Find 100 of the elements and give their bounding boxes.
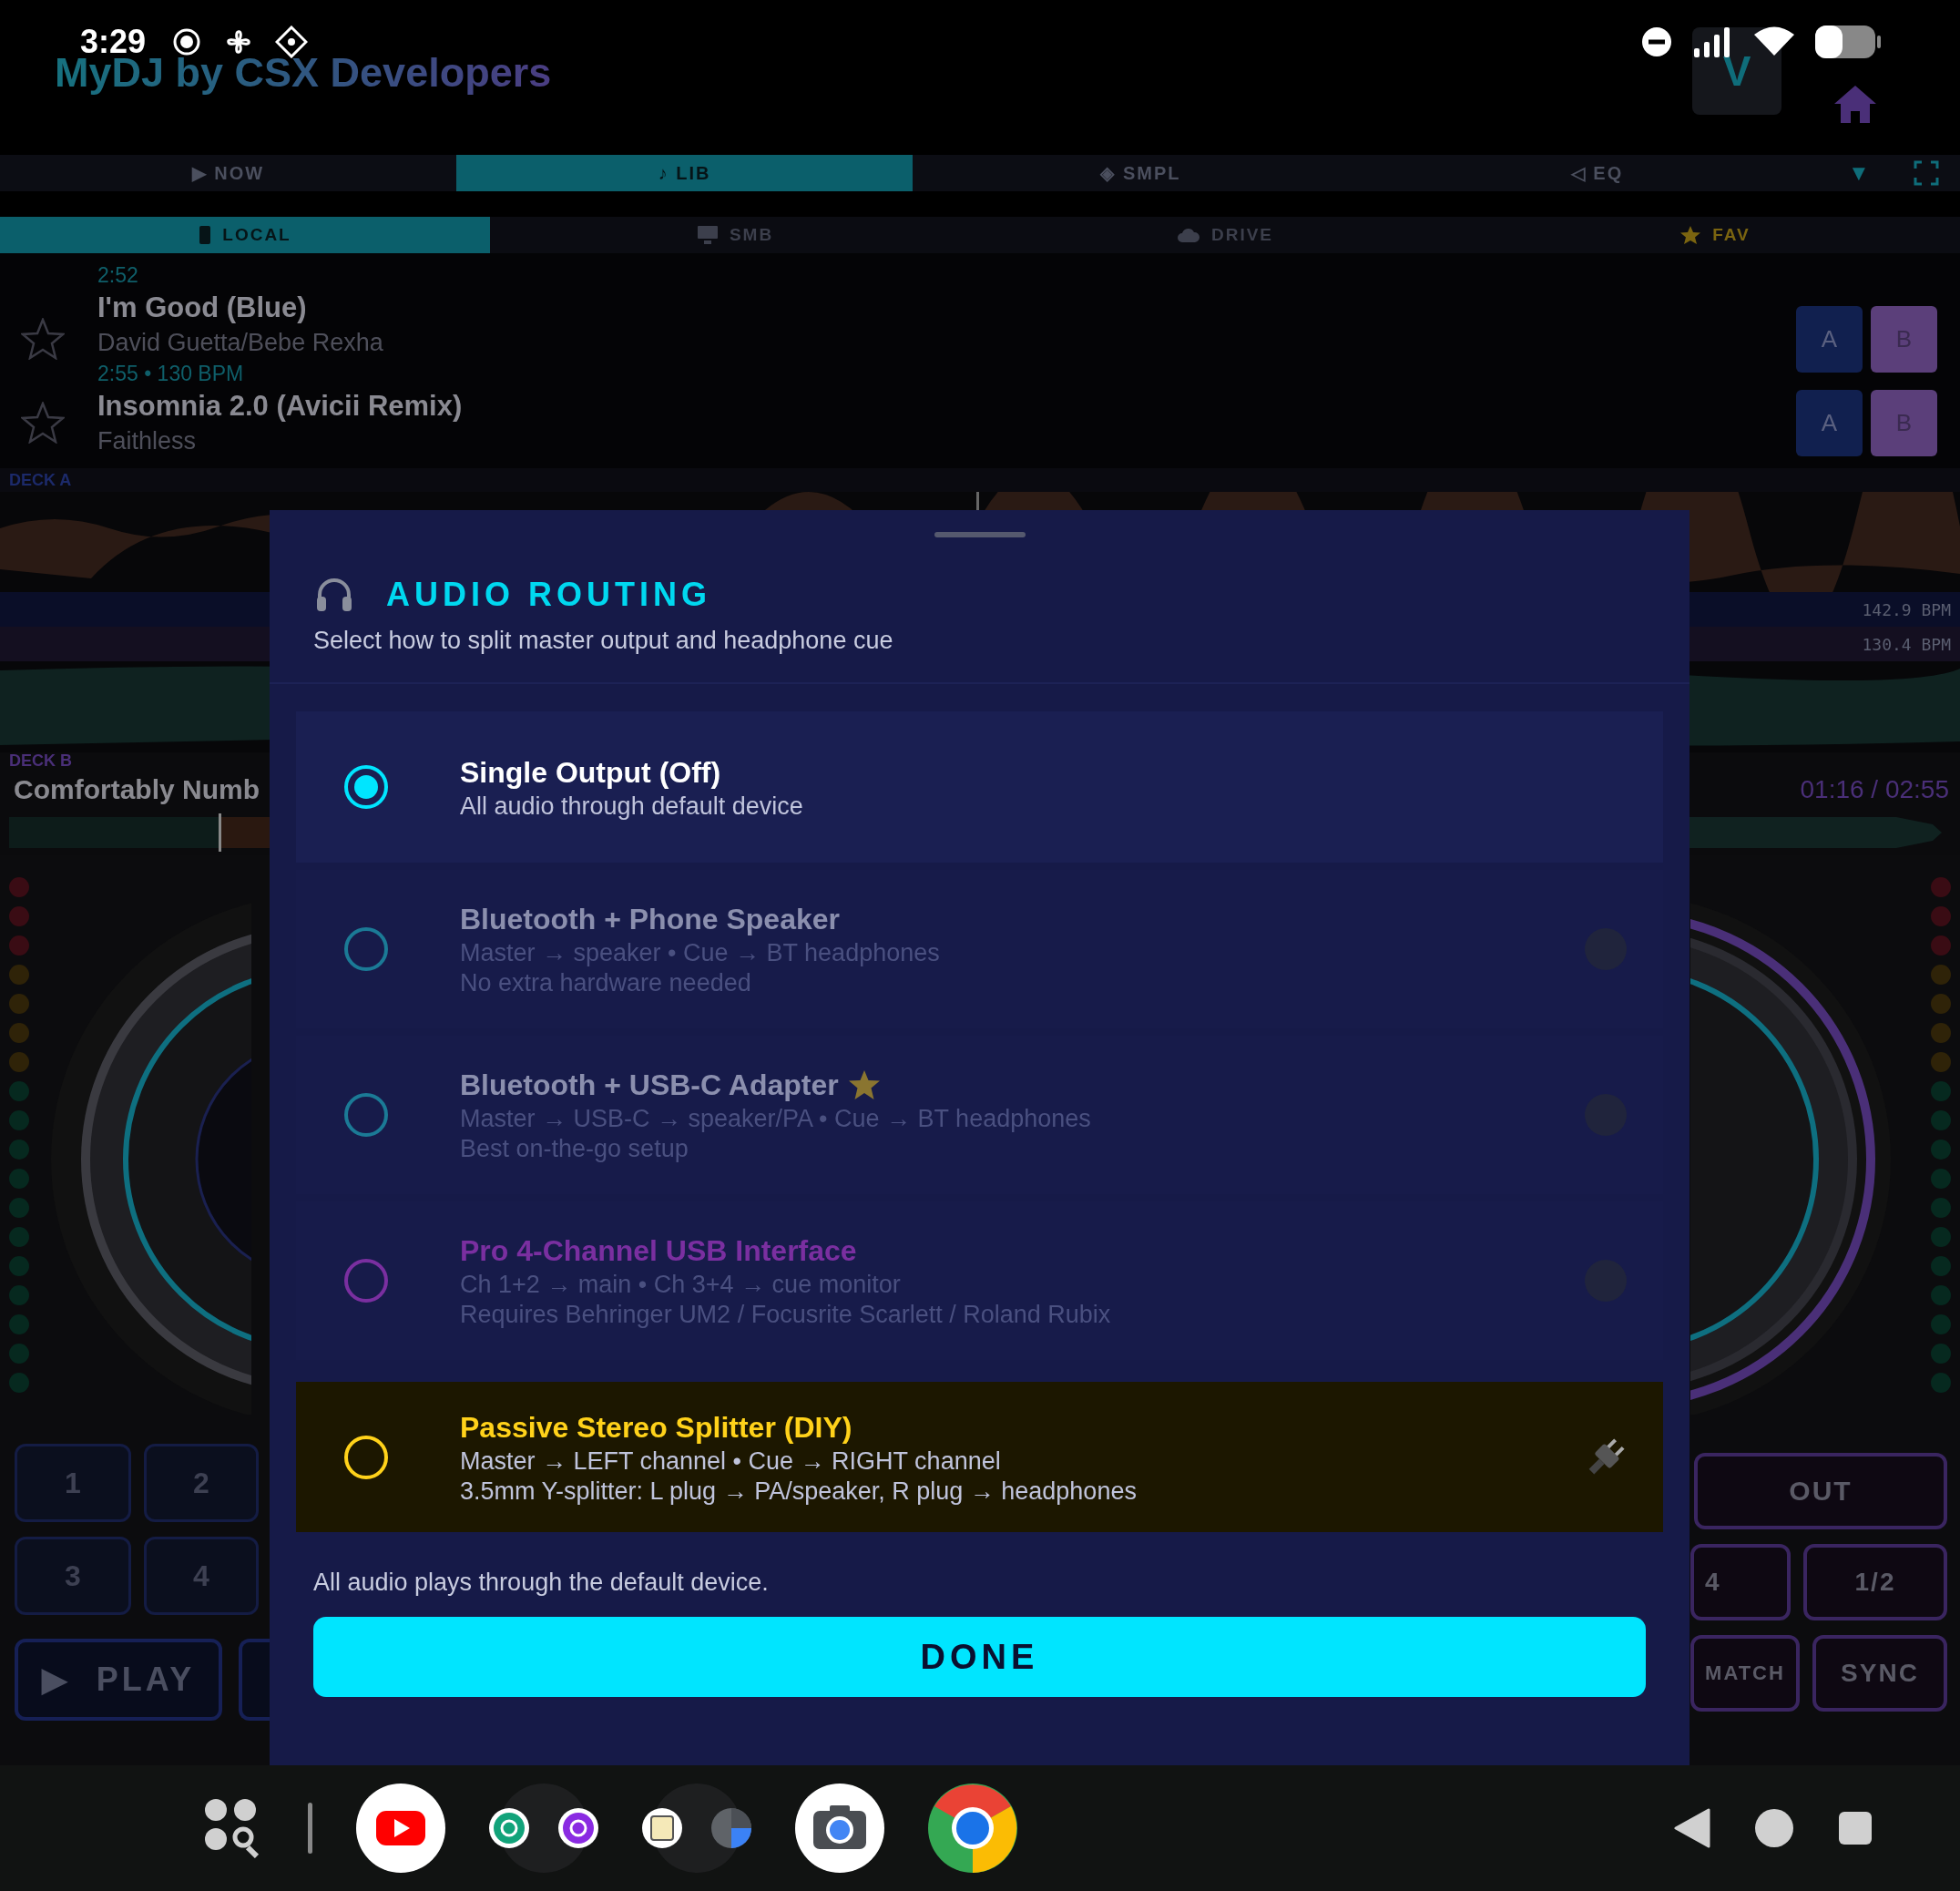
tab[interactable]: ▶ NOW [0, 155, 456, 191]
source-tab[interactable]: FAV [1470, 217, 1960, 253]
app-pair-icon[interactable] [489, 1784, 598, 1873]
loop-out-button[interactable]: OUT [1694, 1453, 1947, 1529]
option-title: Single Output (Off) [460, 754, 721, 791]
star-outline-icon[interactable] [20, 402, 65, 444]
radio-button[interactable] [343, 1258, 389, 1303]
track-title: Comfortably Numb [14, 774, 260, 805]
level-led [9, 1081, 29, 1101]
home-button-icon[interactable] [1754, 1808, 1794, 1848]
level-led [1931, 1081, 1951, 1101]
video-app-icon[interactable] [356, 1784, 445, 1873]
level-led [1931, 965, 1951, 985]
level-led [1931, 1052, 1951, 1072]
phone-icon [199, 225, 212, 245]
level-led [1931, 1373, 1951, 1393]
play-button[interactable]: ▶ PLAY [15, 1639, 222, 1721]
cloud-icon [1176, 227, 1200, 243]
bpm-readout: 142.9 BPM [1862, 599, 1951, 619]
level-led [1931, 906, 1951, 926]
level-led [1931, 1023, 1951, 1043]
level-led [1931, 994, 1951, 1014]
tab[interactable]: ♪ LIB [456, 155, 913, 191]
battery-icon [1814, 25, 1882, 59]
star-outline-icon[interactable] [20, 318, 65, 360]
fullscreen-icon[interactable] [1914, 160, 1939, 186]
monitor-icon [696, 225, 719, 245]
source-tab[interactable]: LOCAL [0, 217, 490, 253]
level-led [1931, 1285, 1951, 1305]
status-note: All audio plays through the default device. [312, 1568, 770, 1597]
source-tab[interactable]: DRIVE [980, 217, 1470, 253]
level-led [9, 1052, 29, 1072]
tab-menu-button[interactable]: ▼ [1825, 160, 1893, 186]
load-deck-button[interactable]: A [1796, 389, 1863, 456]
level-led [9, 877, 29, 897]
track-meta: 2:55 • 130 BPM [97, 361, 244, 387]
match-button[interactable]: MATCH [1690, 1635, 1800, 1712]
routing-option[interactable]: Single Output (Off) All audio through default device [296, 711, 1663, 863]
level-led [9, 994, 29, 1014]
level-led [9, 1344, 29, 1364]
track-title[interactable]: I'm Good (Blue) [97, 290, 307, 326]
level-led [1931, 935, 1951, 956]
level-led [1931, 1227, 1951, 1247]
level-led [1931, 1314, 1951, 1334]
deck-label: DECK B [8, 751, 73, 772]
level-led [9, 1198, 29, 1218]
track-title[interactable]: Insomnia 2.0 (Avicii Remix) [97, 388, 463, 424]
sync-button[interactable]: SYNC [1812, 1635, 1947, 1712]
level-led [9, 1314, 29, 1334]
option-description: All audio through default device [460, 791, 803, 822]
level-led [9, 1285, 29, 1305]
option-title: Bluetooth + USB-C Adapter [460, 1068, 839, 1103]
diamond-icon [275, 26, 309, 58]
level-led [9, 1169, 29, 1189]
level-led [9, 965, 29, 985]
load-deck-button[interactable]: A [1796, 305, 1863, 373]
recents-icon[interactable] [1838, 1811, 1873, 1845]
level-led [9, 906, 29, 926]
loop-size-button[interactable]: 4 [1690, 1544, 1791, 1620]
option-description: 3.5mm Y-splitter: L plug → PA/speaker, R plug → headphones [460, 1476, 1137, 1507]
level-led [1931, 1256, 1951, 1276]
level-led [1931, 1344, 1951, 1364]
camera-icon[interactable] [795, 1784, 884, 1873]
level-led [1931, 1169, 1951, 1189]
done-button[interactable]: DONE [313, 1617, 1646, 1697]
level-led [1931, 1140, 1951, 1160]
routing-option[interactable]: Passive Stereo Splitter (DIY) Master → LEFT channel • Cue → RIGHT channel 3.5mm Y-splitter: L plug → PA/speaker, R plug → headphones [296, 1382, 1663, 1532]
radio-button[interactable] [343, 926, 389, 972]
option-title: Passive Stereo Splitter (DIY) [460, 1409, 852, 1446]
deck-label: DECK A [0, 468, 1960, 492]
drag-handle[interactable] [934, 532, 1026, 537]
level-led [9, 1373, 29, 1393]
level-led [9, 1227, 29, 1247]
level-led [1931, 1198, 1951, 1218]
radio-button[interactable] [343, 1092, 389, 1138]
track-artist: Faithless [97, 426, 197, 456]
dialog-subtitle: Select how to split master output and headphone cue [312, 626, 894, 655]
tab[interactable]: ◁ EQ [1369, 155, 1825, 191]
level-led [9, 935, 29, 956]
browser-logo-icon[interactable] [928, 1784, 1017, 1873]
option-description: Master → LEFT channel • Cue → RIGHT channel [460, 1446, 1001, 1477]
tab[interactable]: ◈ SMPL [913, 155, 1369, 191]
loop-size-button[interactable]: 1/2 [1803, 1544, 1947, 1620]
track-artist: David Guetta/Bebe Rexha [97, 328, 383, 358]
level-led [9, 1140, 29, 1160]
star-icon [1679, 225, 1702, 245]
app-pair-icon[interactable] [642, 1784, 751, 1873]
wifi-icon [1754, 26, 1794, 57]
option-title: Pro 4-Channel USB Interface [460, 1233, 857, 1269]
level-led [9, 1110, 29, 1130]
dialog-title: AUDIO ROUTING [386, 576, 711, 614]
back-icon[interactable] [1674, 1808, 1710, 1848]
level-led [9, 1023, 29, 1043]
track-time: 01:16 / 02:55 [1800, 775, 1949, 804]
do-not-disturb-icon [1641, 26, 1672, 57]
headphones-icon [315, 577, 353, 613]
bpm-readout: 130.4 BPM [1862, 634, 1951, 654]
level-led [9, 1256, 29, 1276]
option-title: Bluetooth + Phone Speaker [460, 902, 840, 937]
source-tab[interactable]: SMB [490, 217, 980, 253]
